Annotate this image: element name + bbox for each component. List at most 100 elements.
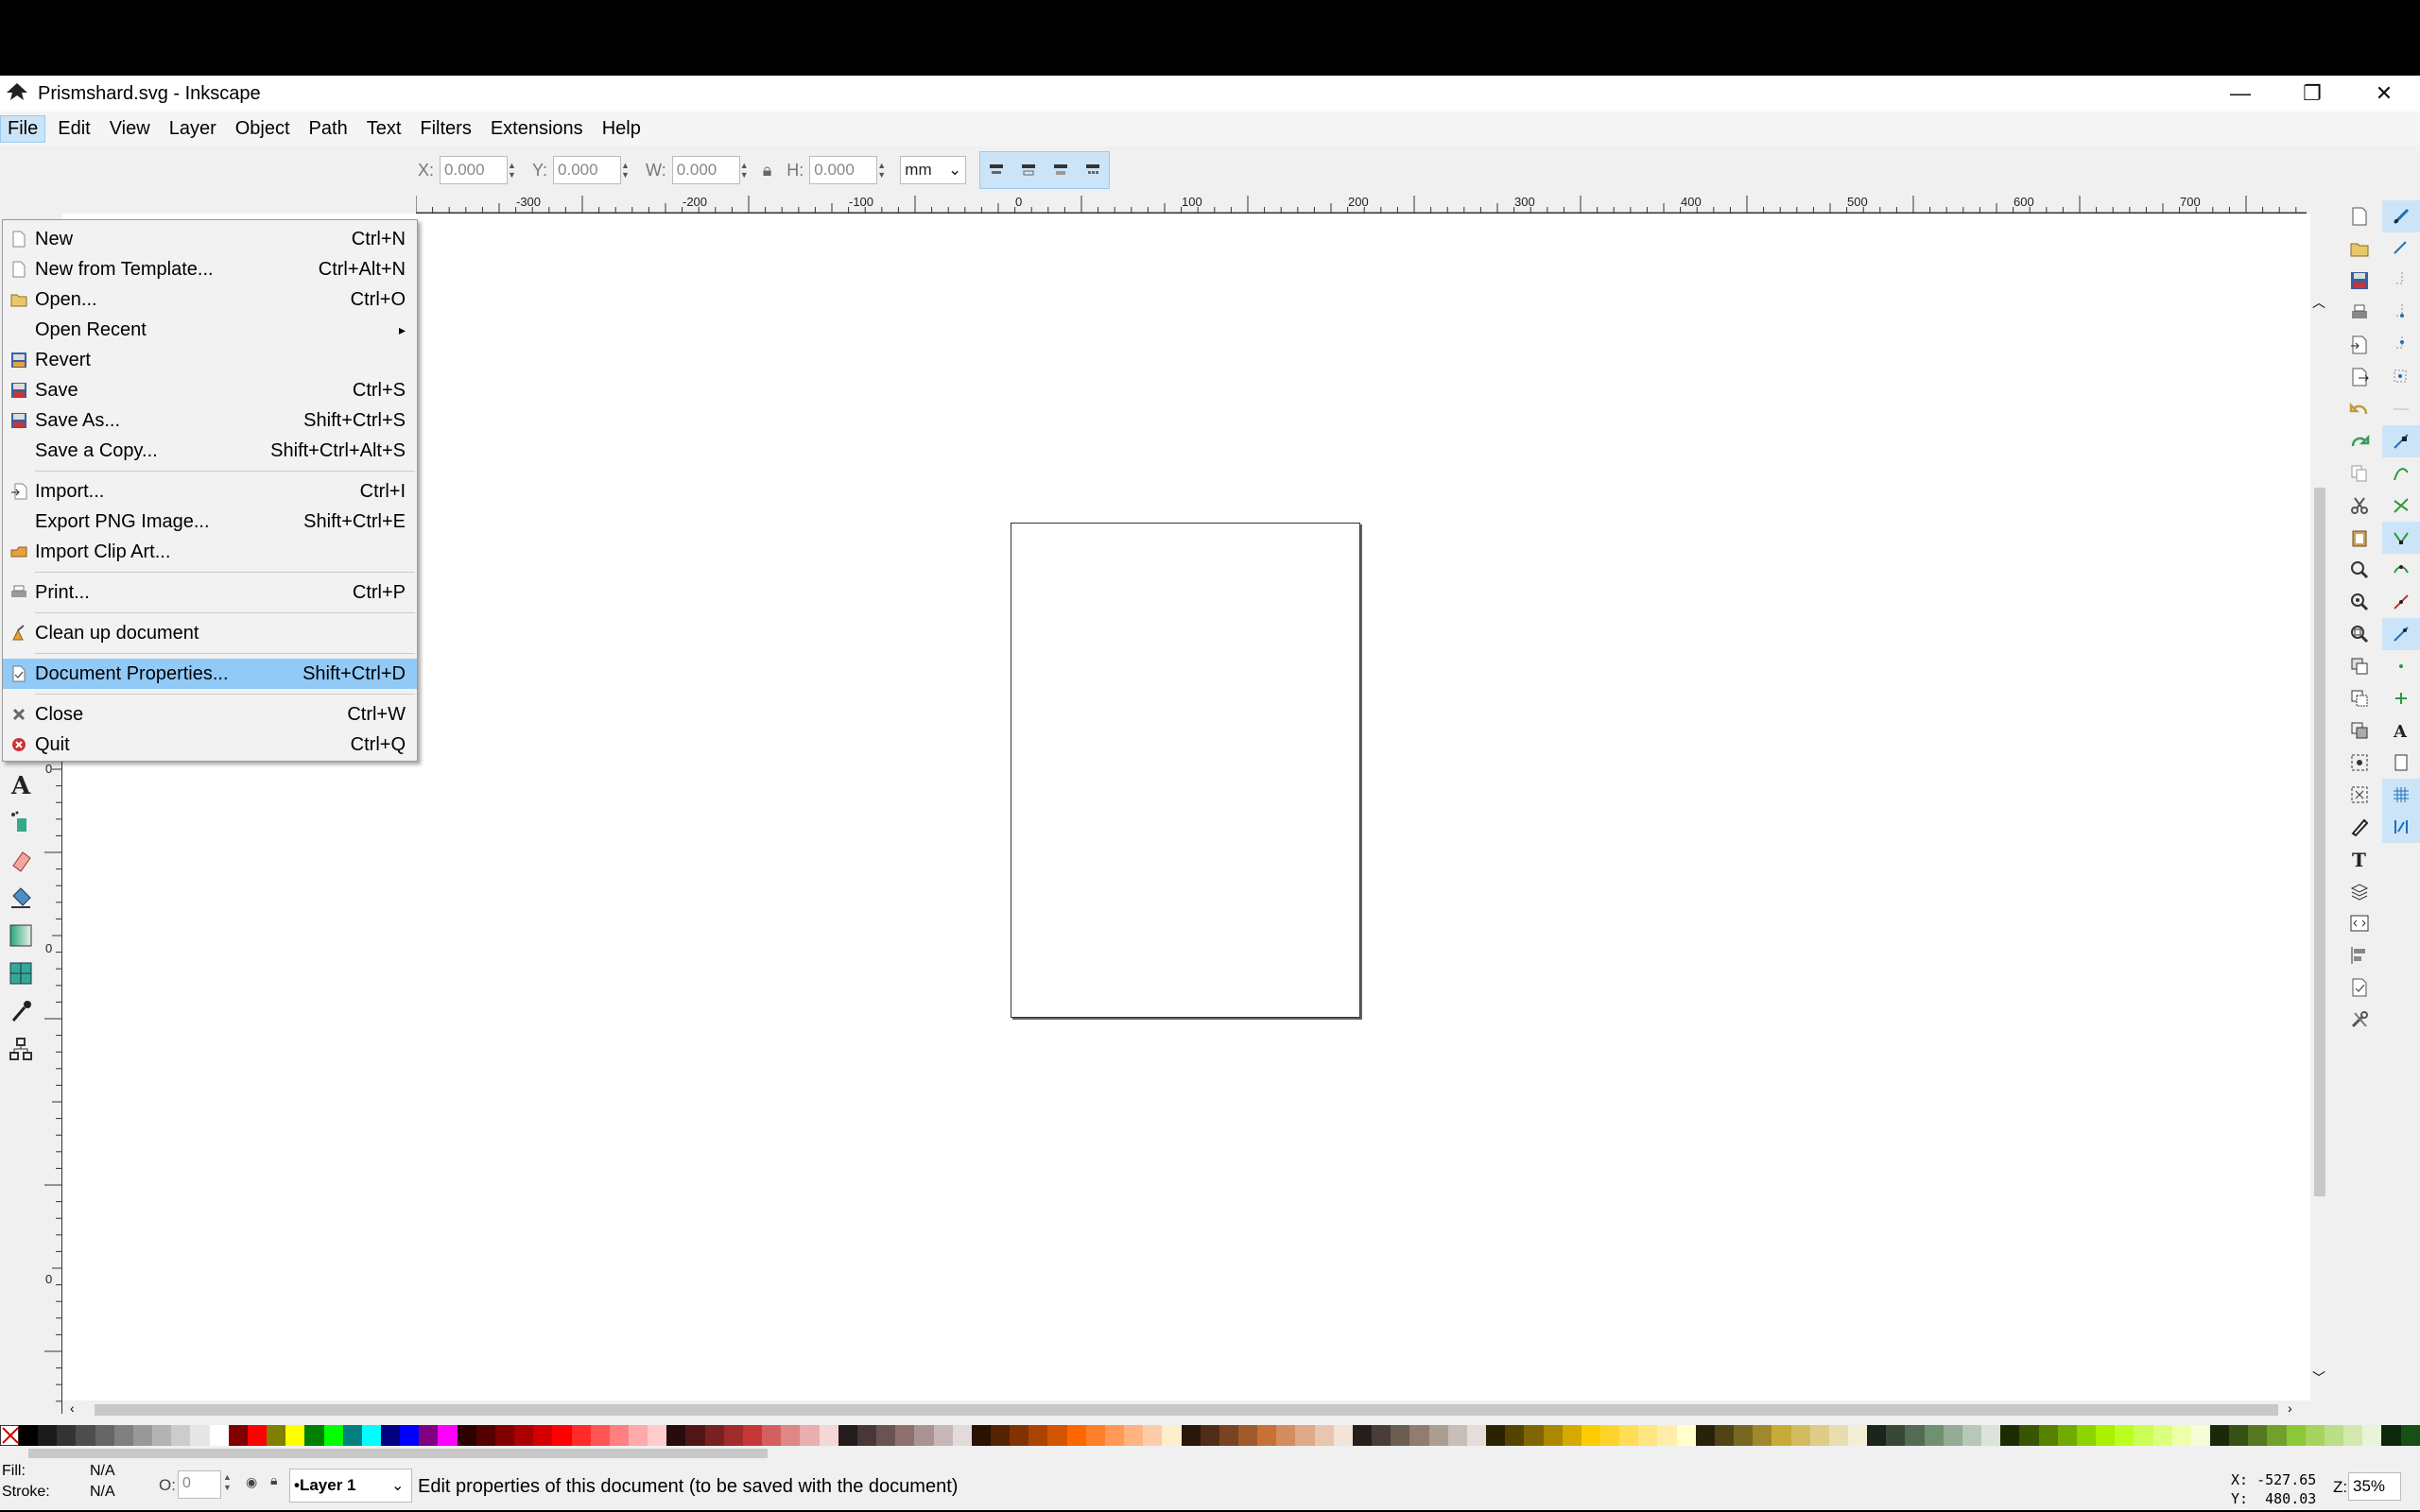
text-tool-icon[interactable]: A xyxy=(0,765,42,803)
palette-swatch[interactable] xyxy=(629,1425,648,1446)
connector-tool-icon[interactable] xyxy=(0,1030,42,1068)
mesh-tool-icon[interactable] xyxy=(0,954,42,992)
menu-item-new-from-template[interactable]: New from Template... Ctrl+Alt+N xyxy=(3,254,417,284)
scroll-up-icon[interactable]: ︿ xyxy=(2312,293,2325,312)
menu-item-import-clip-art[interactable]: Import Clip Art... xyxy=(3,537,417,567)
paste-icon[interactable] xyxy=(2341,522,2378,554)
layer-lock-icon[interactable]: 🔒︎ xyxy=(270,1472,277,1488)
palette-swatch[interactable] xyxy=(1790,1425,1810,1446)
scroll-down-icon[interactable]: ﹀ xyxy=(2312,1368,2325,1387)
palette-swatch[interactable] xyxy=(1695,1425,1715,1446)
snap-bbox-corners-icon[interactable] xyxy=(2382,297,2420,329)
palette-swatch[interactable] xyxy=(2381,1425,2401,1446)
zoom-field[interactable]: 35% xyxy=(2348,1472,2401,1501)
palette-swatch[interactable] xyxy=(762,1425,782,1446)
menu-item-new[interactable]: New Ctrl+N xyxy=(3,224,417,254)
palette-swatch[interactable] xyxy=(1047,1425,1067,1446)
snap-bbox-edges-icon[interactable] xyxy=(2382,265,2420,297)
palette-swatch[interactable] xyxy=(2171,1425,2191,1446)
unit-select[interactable]: mm ⌄ xyxy=(900,156,967,184)
ungroup-icon[interactable] xyxy=(2341,779,2378,811)
palette-swatch[interactable] xyxy=(400,1425,420,1446)
palette-swatch[interactable] xyxy=(1104,1425,1125,1446)
w-field[interactable]: 0.000 xyxy=(671,156,740,184)
menu-item-open-recent[interactable]: Open Recent ▸ xyxy=(3,315,417,345)
palette-swatch[interactable] xyxy=(1562,1425,1582,1446)
palette-swatch[interactable] xyxy=(1333,1425,1353,1446)
palette-swatch[interactable] xyxy=(1066,1425,1086,1446)
palette-swatch[interactable] xyxy=(1219,1425,1238,1446)
text-font-icon[interactable]: T xyxy=(2341,843,2378,875)
menu-object[interactable]: Object xyxy=(229,116,297,142)
menu-extensions[interactable]: Extensions xyxy=(484,116,590,142)
palette-swatch[interactable] xyxy=(1867,1425,1887,1446)
open-icon[interactable] xyxy=(2341,232,2378,265)
palette-swatch[interactable] xyxy=(1028,1425,1048,1446)
layer-visibility-icon[interactable]: ◉ xyxy=(246,1474,257,1490)
snap-cusp-nodes-icon[interactable] xyxy=(2382,522,2420,554)
duplicate-icon[interactable] xyxy=(2341,650,2378,682)
palette-swatch[interactable] xyxy=(1162,1425,1182,1446)
menu-item-clean-up[interactable]: Clean up document xyxy=(3,618,417,648)
palette-swatch[interactable] xyxy=(1085,1425,1105,1446)
palette-swatch[interactable] xyxy=(1772,1425,1791,1446)
palette-swatch[interactable] xyxy=(2229,1425,2249,1446)
menu-item-import[interactable]: Import... Ctrl+I xyxy=(3,476,417,507)
menu-item-save-a-copy[interactable]: Save a Copy... Shift+Ctrl+Alt+S xyxy=(3,436,417,466)
palette-swatch[interactable] xyxy=(2096,1425,2116,1446)
palette-swatch[interactable] xyxy=(1295,1425,1315,1446)
palette-swatch[interactable] xyxy=(1753,1425,1772,1446)
save-icon[interactable] xyxy=(2341,265,2378,297)
document-properties-icon[interactable] xyxy=(2341,971,2378,1004)
horizontal-scroll-thumb[interactable] xyxy=(95,1404,2278,1416)
palette-swatch[interactable] xyxy=(2248,1425,2268,1446)
palette-swatch[interactable] xyxy=(2324,1425,2344,1446)
palette-swatch[interactable] xyxy=(1124,1425,1144,1446)
palette-swatch[interactable] xyxy=(2134,1425,2153,1446)
palette-swatch[interactable] xyxy=(1543,1425,1563,1446)
menu-path[interactable]: Path xyxy=(302,116,354,142)
palette-swatch[interactable] xyxy=(1466,1425,1487,1446)
snap-enable-icon[interactable] xyxy=(2382,200,2420,232)
palette-swatch[interactable] xyxy=(800,1425,820,1446)
palette-swatch[interactable] xyxy=(247,1425,268,1446)
print-icon[interactable] xyxy=(2341,297,2378,329)
palette-swatch[interactable] xyxy=(342,1425,362,1446)
snap-rotation-center-icon[interactable] xyxy=(2382,682,2420,714)
palette-swatch[interactable] xyxy=(648,1425,667,1446)
palette-swatch[interactable] xyxy=(1809,1425,1829,1446)
export-icon[interactable] xyxy=(2341,361,2378,393)
palette-swatch[interactable] xyxy=(1314,1425,1334,1446)
h-field[interactable]: 0.000 xyxy=(809,156,878,184)
move-patterns-toggle-icon[interactable] xyxy=(1077,152,1109,188)
palette-swatch[interactable] xyxy=(933,1425,953,1446)
palette-swatch[interactable] xyxy=(76,1425,95,1446)
chevron-down-icon[interactable]: ⌄ xyxy=(391,1476,404,1495)
snap-smooth-nodes-icon[interactable] xyxy=(2382,554,2420,586)
snap-nodes-icon[interactable] xyxy=(2382,425,2420,457)
palette-swatch[interactable] xyxy=(267,1425,286,1446)
palette-swatch[interactable] xyxy=(990,1425,1011,1446)
close-window-button[interactable]: ✕ xyxy=(2348,76,2420,112)
palette-swatch[interactable] xyxy=(2267,1425,2287,1446)
cut-icon[interactable] xyxy=(2341,490,2378,522)
palette-swatch[interactable] xyxy=(1200,1425,1219,1446)
spray-tool-icon[interactable] xyxy=(0,803,42,841)
zoom-selection-icon[interactable] xyxy=(2341,554,2378,586)
vertical-scroll-thumb[interactable] xyxy=(2314,488,2325,1196)
palette-swatch[interactable] xyxy=(494,1425,515,1446)
palette-swatch[interactable] xyxy=(2057,1425,2077,1446)
palette-swatch[interactable] xyxy=(895,1425,915,1446)
snap-others-icon[interactable] xyxy=(2382,618,2420,650)
palette-swatch[interactable] xyxy=(2343,1425,2363,1446)
palette-swatch[interactable] xyxy=(1143,1425,1163,1446)
snap-paths-icon[interactable] xyxy=(2382,457,2420,490)
palette-swatch[interactable] xyxy=(57,1425,77,1446)
scale-corners-toggle-icon[interactable] xyxy=(1012,152,1045,188)
menu-text[interactable]: Text xyxy=(360,116,408,142)
palette-swatch[interactable] xyxy=(1676,1425,1696,1446)
palette-swatch[interactable] xyxy=(952,1425,972,1446)
no-paint-swatch[interactable] xyxy=(0,1425,19,1446)
snap-page-border-icon[interactable] xyxy=(2382,747,2420,779)
palette-swatch[interactable] xyxy=(571,1425,591,1446)
